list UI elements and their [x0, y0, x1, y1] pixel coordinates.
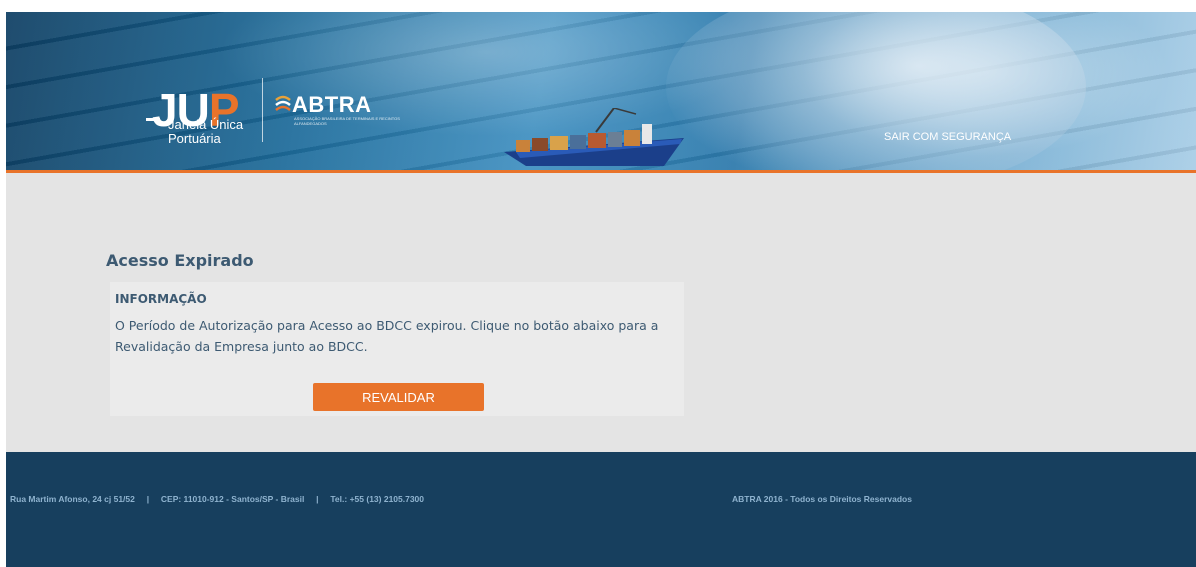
- footer-separator: |: [146, 494, 150, 504]
- jup-logo-underline: [146, 118, 160, 121]
- info-message: O Período de Autorização para Acesso ao …: [115, 318, 659, 354]
- footer-separator: |: [316, 494, 319, 504]
- logo-divider: [262, 78, 263, 142]
- header-banner: JUP: [6, 12, 1196, 170]
- page-title: Acesso Expirado: [106, 251, 254, 270]
- cargo-ship-image: [504, 108, 684, 166]
- logout-link[interactable]: SAIR COM SEGURANÇA: [884, 131, 1011, 143]
- jup-logo-subtitle: Janela Única Portuária: [168, 117, 244, 146]
- footer-copyright: ABTRA 2016 - Todos os Direitos Reservado…: [732, 494, 912, 504]
- abtra-logo: ABTRA: [292, 92, 372, 117]
- info-heading: INFORMAÇÃO: [115, 292, 207, 306]
- footer-phone: Tel.: +55 (13) 2105.7300: [330, 494, 425, 504]
- abtra-emblem-icon: [275, 95, 291, 111]
- hand-background: [666, 12, 1086, 170]
- footer-address: Rua Martim Afonso, 24 cj 51/52: [10, 494, 135, 504]
- footer: [6, 452, 1196, 567]
- footer-cep: CEP: 11010-912 - Santos/SP - Brasil: [160, 494, 305, 504]
- revalidar-button[interactable]: REVALIDAR: [313, 383, 484, 411]
- footer-contact: Rua Martim Afonso, 24 cj 51/52 | CEP: 11…: [10, 494, 424, 504]
- abtra-tagline: ASSOCIAÇÃO BRASILEIRA DE TERMINAIS E REC…: [294, 116, 400, 126]
